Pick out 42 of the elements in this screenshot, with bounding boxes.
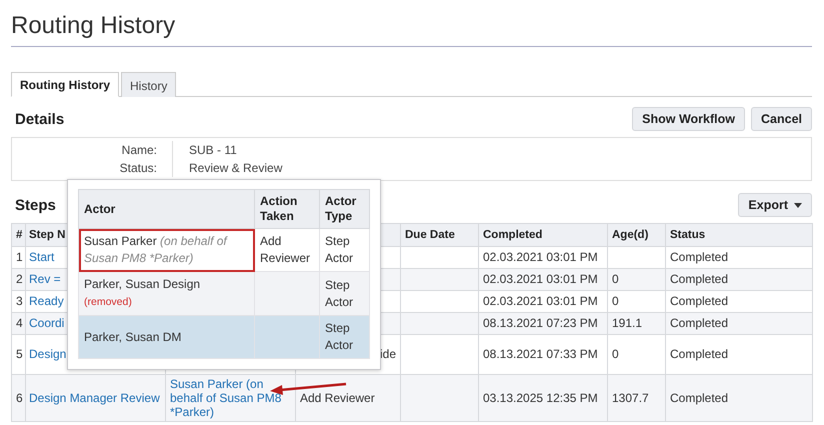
column-header: Action Taken xyxy=(254,190,320,228)
column-header: Due Date xyxy=(400,224,478,246)
table-cell: 6 xyxy=(12,374,26,422)
column-header: Actor xyxy=(78,190,254,228)
table-cell: Parker, Susan DM xyxy=(78,316,254,358)
column-header: Status xyxy=(666,224,812,246)
table-cell: 08.13.2021 07:23 PM xyxy=(478,312,608,334)
section-heading: Steps xyxy=(14,196,56,214)
action-button[interactable]: Cancel xyxy=(751,107,812,131)
table-cell: 5 xyxy=(12,334,26,374)
export-button[interactable]: Export xyxy=(738,193,812,217)
section-heading: Details xyxy=(14,110,64,128)
column-header: # xyxy=(12,224,26,246)
column-header: Age(d) xyxy=(608,224,666,246)
table-cell: Completed xyxy=(666,312,812,334)
field-value: Review & Review xyxy=(188,160,284,177)
tab[interactable]: History xyxy=(121,72,176,97)
field-label: Name: xyxy=(12,141,173,159)
field-label: Status: xyxy=(12,159,173,177)
table-cell: Add Reviewer xyxy=(296,374,400,422)
table-cell: 4 xyxy=(12,312,26,334)
table-cell: Completed xyxy=(666,374,812,422)
step-link[interactable]: Susan Parker (on behalf of Susan PM8 *Parker) xyxy=(166,374,296,422)
action-button[interactable]: Show Workflow xyxy=(632,107,745,131)
page-title: Routing History xyxy=(11,0,812,47)
field-value: SUB - 11 xyxy=(188,142,238,159)
table-cell: 03.13.2025 12:35 PM xyxy=(478,374,608,422)
table-cell: 191.1 xyxy=(608,312,666,334)
table-cell: Step Actor xyxy=(320,272,370,316)
column-header: Completed xyxy=(478,224,608,246)
table-cell: Susan Parker (on behalf of Susan PM8 *Parker) xyxy=(78,228,254,272)
table-cell: 1307.7 xyxy=(608,374,666,422)
table-cell: 02.03.2021 03:01 PM xyxy=(478,268,608,290)
table-cell: Completed xyxy=(666,268,812,290)
tab[interactable]: Routing History xyxy=(11,72,119,97)
table-cell: Step Actor xyxy=(320,316,370,358)
table-cell: Parker, Susan Design (removed) xyxy=(78,272,254,316)
table-cell: 2 xyxy=(12,268,26,290)
column-header: Actor Type xyxy=(320,190,370,228)
caret-icon xyxy=(794,202,802,208)
step-link[interactable]: Design Manager Review xyxy=(26,374,166,422)
table-cell: 0 xyxy=(608,268,666,290)
